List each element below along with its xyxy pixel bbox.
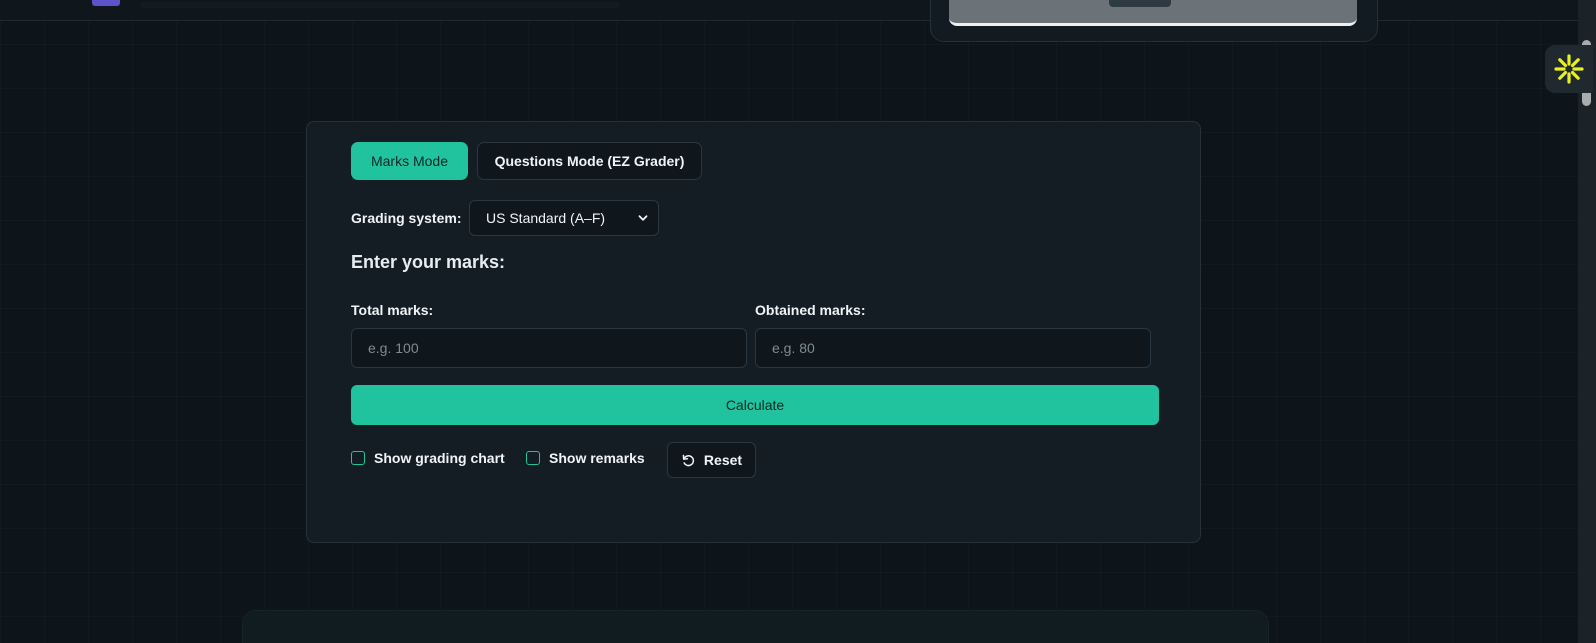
chevron-down-icon — [638, 215, 648, 221]
obtained-marks-label: Obtained marks: — [755, 302, 866, 318]
site-logo[interactable] — [92, 0, 120, 6]
show-remarks-checkbox[interactable] — [526, 451, 540, 465]
show-remarks-toggle[interactable]: Show remarks — [526, 450, 645, 466]
marks-mode-tab[interactable]: Marks Mode — [351, 142, 468, 180]
show-grading-chart-checkbox[interactable] — [351, 451, 365, 465]
questions-mode-tab[interactable]: Questions Mode (EZ Grader) — [477, 142, 702, 180]
top-panel — [930, 0, 1378, 42]
show-grading-chart-toggle[interactable]: Show grading chart — [351, 450, 505, 466]
show-remarks-label: Show remarks — [549, 450, 645, 466]
total-marks-label: Total marks: — [351, 302, 434, 318]
page-scrollbar[interactable] — [1578, 0, 1596, 643]
top-panel-button[interactable] — [1109, 0, 1171, 7]
marks-section-title: Enter your marks: — [351, 252, 506, 272]
questions-mode-label: Questions Mode (EZ Grader) — [494, 153, 685, 169]
calculate-label: Calculate — [725, 397, 785, 413]
grade-calculator-card: Marks Mode Questions Mode (EZ Grader) Gr… — [306, 121, 1201, 543]
calculate-button[interactable]: Calculate — [351, 385, 1159, 425]
show-grading-chart-label: Show grading chart — [374, 450, 505, 466]
obtained-marks-input[interactable] — [755, 328, 1151, 368]
results-card — [242, 610, 1269, 643]
top-nav-links — [140, 2, 620, 8]
reset-button[interactable]: Reset — [667, 442, 756, 478]
reset-icon — [682, 454, 695, 466]
grading-system-selected: US Standard (A–F) — [486, 210, 606, 226]
reset-label: Reset — [703, 452, 743, 468]
side-widget-button[interactable] — [1545, 45, 1593, 93]
page: Marks Mode Questions Mode (EZ Grader) Gr… — [0, 0, 1596, 643]
grading-system-label: Grading system: — [351, 210, 462, 226]
asterisk-burst-icon — [1554, 54, 1584, 84]
grading-system-select[interactable]: US Standard (A–F) — [469, 200, 659, 236]
marks-mode-label: Marks Mode — [370, 153, 449, 169]
total-marks-input[interactable] — [351, 328, 747, 368]
